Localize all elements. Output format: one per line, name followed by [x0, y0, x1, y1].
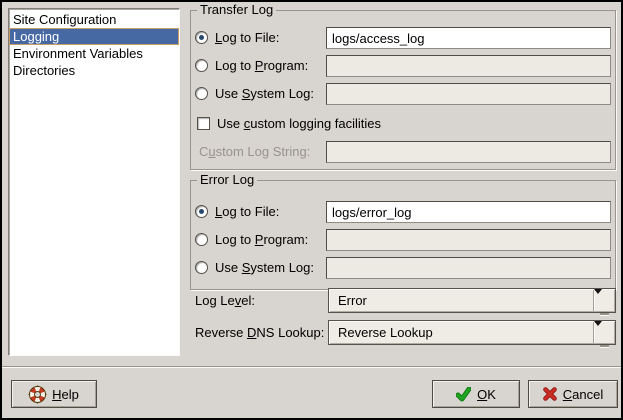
transfer-log-to-file-label[interactable]: Log to File:: [215, 30, 279, 45]
transfer-use-system-log-row: Use System Log:: [195, 83, 609, 105]
error-log-program-input: [326, 229, 611, 251]
sidebar-item-environment-variables[interactable]: Environment Variables: [9, 45, 179, 62]
log-level-dropdown[interactable]: Error: [328, 288, 616, 313]
error-log-to-file-label[interactable]: Log to File:: [215, 204, 279, 219]
error-log-to-program-row: Log to Program:: [195, 229, 609, 251]
category-list: Site Configuration Logging Environment V…: [8, 8, 180, 356]
help-lifebuoy-icon: [29, 386, 46, 403]
reverse-dns-label: Reverse DNS Lookup:: [195, 320, 324, 345]
transfer-log-file-input[interactable]: logs/access_log: [326, 27, 611, 49]
cancel-button-label: Cancel: [563, 387, 603, 402]
transfer-use-system-log-radio[interactable]: [195, 87, 208, 100]
transfer-log-to-program-row: Log to Program:: [195, 55, 609, 77]
ok-button[interactable]: OK: [432, 380, 520, 408]
custom-log-string-input: [326, 141, 611, 163]
error-system-log-input: [326, 257, 611, 279]
transfer-log-title: Transfer Log: [197, 2, 276, 18]
error-log-to-file-radio[interactable]: [195, 205, 208, 218]
sidebar-item-directories[interactable]: Directories: [9, 62, 179, 79]
transfer-use-system-log-label[interactable]: Use System Log:: [215, 86, 314, 101]
log-level-label: Log Level:: [195, 288, 255, 313]
custom-logging-row: Use custom logging facilities: [195, 115, 609, 133]
use-custom-logging-label[interactable]: Use custom logging facilities: [217, 116, 381, 131]
custom-log-string-row: Custom Log String:: [195, 141, 609, 163]
ok-button-label: OK: [477, 387, 496, 402]
help-button-label: Help: [52, 387, 79, 402]
button-area-separator: [2, 366, 621, 368]
error-log-to-file-row: Log to File: logs/error_log: [195, 201, 609, 223]
transfer-log-to-program-label[interactable]: Log to Program:: [215, 58, 308, 73]
error-log-to-program-radio[interactable]: [195, 233, 208, 246]
ok-check-icon: [456, 387, 471, 402]
sidebar-item-logging[interactable]: Logging: [9, 28, 179, 45]
custom-log-string-label: Custom Log String:: [199, 144, 310, 159]
error-use-system-log-label[interactable]: Use System Log:: [215, 260, 314, 275]
reverse-dns-dropdown[interactable]: Reverse Lookup: [328, 320, 616, 345]
dropdown-arrow-icon: [593, 322, 614, 343]
dropdown-arrow-icon: [593, 290, 614, 311]
transfer-system-log-input: [326, 83, 611, 105]
transfer-log-program-input: [326, 55, 611, 77]
transfer-log-to-file-row: Log to File: logs/access_log: [195, 27, 609, 49]
error-log-to-program-label[interactable]: Log to Program:: [215, 232, 308, 247]
use-custom-logging-checkbox[interactable]: [197, 117, 210, 130]
cancel-x-icon: [543, 387, 557, 401]
log-level-value: Error: [338, 293, 367, 308]
transfer-log-to-program-radio[interactable]: [195, 59, 208, 72]
transfer-log-to-file-radio[interactable]: [195, 31, 208, 44]
transfer-log-group: Transfer Log Log to File: logs/access_lo…: [190, 10, 616, 170]
error-log-file-input[interactable]: logs/error_log: [326, 201, 611, 223]
error-use-system-log-radio[interactable]: [195, 261, 208, 274]
error-use-system-log-row: Use System Log:: [195, 257, 609, 279]
help-button[interactable]: Help: [11, 380, 97, 408]
error-log-group: Error Log Log to File: logs/error_log Lo…: [190, 180, 616, 290]
reverse-dns-value: Reverse Lookup: [338, 325, 433, 340]
logging-settings-dialog: Site Configuration Logging Environment V…: [0, 0, 623, 420]
error-log-title: Error Log: [197, 172, 257, 188]
dialog-body: Site Configuration Logging Environment V…: [2, 2, 621, 418]
cancel-button[interactable]: Cancel: [528, 380, 618, 408]
sidebar-item-site-configuration[interactable]: Site Configuration: [9, 11, 179, 28]
